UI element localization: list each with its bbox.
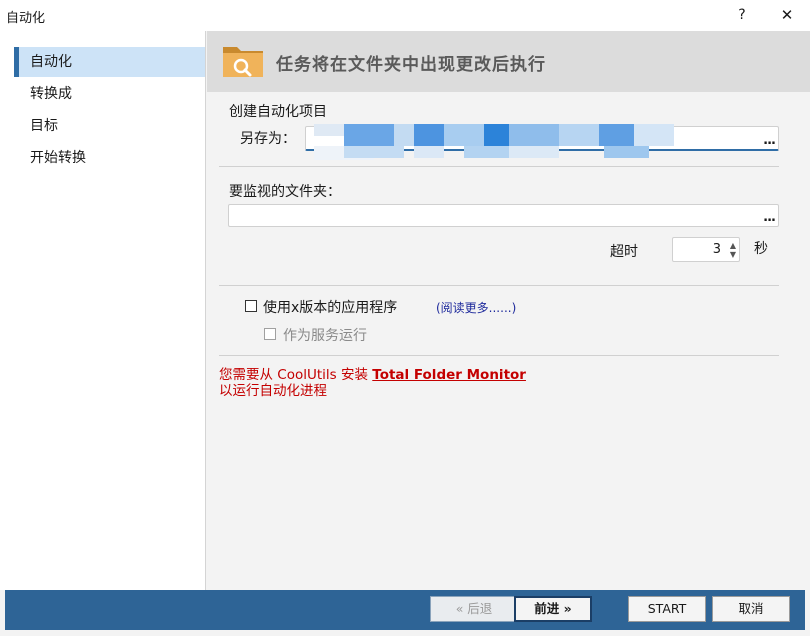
folder-search-icon [223, 47, 263, 77]
stepper-up-icon[interactable]: ▲ [730, 241, 736, 250]
run-as-service-label: 作为服务运行 [283, 328, 367, 344]
page-title: 任务将在文件夹中出现更改后执行 [276, 55, 546, 75]
window-title: 自动化 [6, 11, 46, 26]
close-button[interactable]: ✕ [775, 4, 799, 26]
sidebar-item-label: 开始转换 [30, 150, 86, 166]
sidebar-item-label: 转换成 [30, 86, 72, 102]
title-bar: 自动化 ? ✕ [0, 0, 810, 31]
save-as-browse-button[interactable]: ... [763, 133, 776, 148]
sidebar: 自动化 转换成 目标 开始转换 [0, 31, 206, 590]
start-button[interactable]: START [628, 596, 706, 622]
back-button[interactable]: « 后退 [430, 596, 518, 622]
sidebar-item-target[interactable]: 目标 [14, 111, 205, 141]
divider [219, 355, 779, 356]
run-as-service-checkbox[interactable] [264, 328, 276, 340]
sidebar-item-label: 自动化 [30, 54, 72, 70]
help-button[interactable]: ? [731, 4, 753, 26]
footer-bar: « 后退 前进 » START 取消 [5, 590, 805, 630]
redacted-value [314, 124, 674, 160]
use-x-version-checkbox[interactable] [245, 300, 257, 312]
divider [219, 285, 779, 286]
watch-folder-label: 要监视的文件夹： [229, 184, 341, 200]
timeout-unit: 秒 [754, 241, 768, 257]
save-as-field[interactable]: ... [305, 124, 779, 160]
create-section-label: 创建自动化项目 [229, 104, 327, 120]
sidebar-item-start-conversion[interactable]: 开始转换 [14, 143, 205, 173]
page-header: 任务将在文件夹中出现更改后执行 [207, 31, 810, 92]
use-x-version-label: 使用x版本的应用程序 [263, 300, 398, 316]
watch-folder-browse-button[interactable]: ... [763, 210, 776, 225]
stepper-down-icon[interactable]: ▼ [730, 250, 736, 259]
total-folder-monitor-link[interactable]: Total Folder Monitor [372, 367, 526, 383]
save-as-label: 另存为： [240, 131, 296, 147]
read-more-link[interactable]: (阅读更多......) [436, 299, 516, 316]
watch-folder-input[interactable]: ... [228, 204, 779, 227]
timeout-stepper[interactable]: 3 ▲ ▼ [672, 237, 740, 262]
cancel-button[interactable]: 取消 [712, 596, 790, 622]
timeout-label: 超时 [610, 244, 638, 260]
next-button[interactable]: 前进 » [514, 596, 592, 622]
sidebar-item-automation[interactable]: 自动化 [14, 47, 205, 77]
install-warning-line2: 以运行自动化进程 [219, 383, 327, 399]
timeout-value: 3 [712, 242, 721, 257]
divider [219, 166, 779, 167]
sidebar-item-convert-to[interactable]: 转换成 [14, 79, 205, 109]
sidebar-item-label: 目标 [30, 118, 58, 134]
